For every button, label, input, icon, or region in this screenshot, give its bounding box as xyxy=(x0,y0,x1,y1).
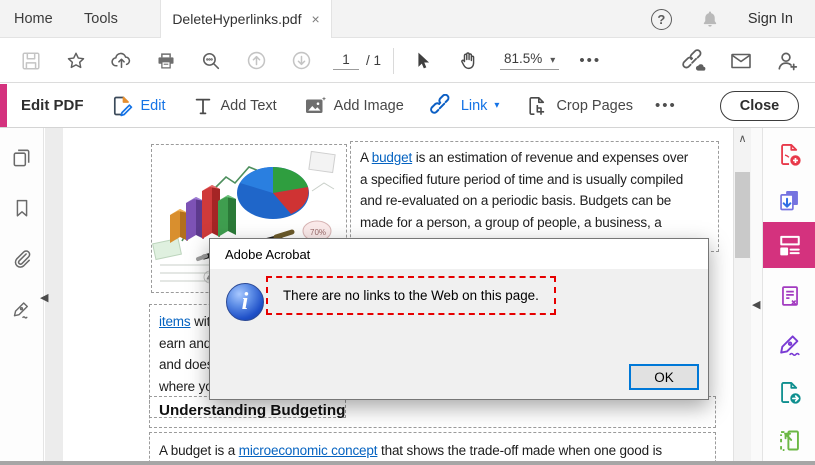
toolbar-more-icon[interactable]: ••• xyxy=(579,52,601,69)
edit-pdf-toolbar: Edit PDF Edit Add Text Add Image Link ▾ … xyxy=(0,84,815,128)
dialog-message: There are no links to the Web on this pa… xyxy=(283,288,539,303)
dialog-titlebar[interactable]: Adobe Acrobat xyxy=(210,239,708,269)
acrobat-window: Home Tools DeleteHyperlinks.pdf × ? Sign… xyxy=(0,0,815,465)
vertical-scrollbar[interactable]: ∧ xyxy=(733,128,751,461)
edit-tool-button[interactable]: Edit xyxy=(110,94,166,118)
email-icon[interactable] xyxy=(729,49,753,73)
close-button[interactable]: Close xyxy=(720,91,799,121)
adobe-acrobat-dialog: Adobe Acrobat i There are no links to th… xyxy=(209,238,709,400)
svg-text:70%: 70% xyxy=(310,228,326,237)
topbar-right-group: ? Sign In xyxy=(650,0,793,38)
signatures-pen-icon[interactable] xyxy=(10,298,33,321)
paragraph-block-3[interactable]: A budget is a microeconomic concept that… xyxy=(149,432,716,461)
search-icon[interactable] xyxy=(194,44,228,78)
tool-send-review-icon[interactable] xyxy=(763,372,815,412)
section-heading: Understanding Budgeting xyxy=(159,402,346,419)
add-image-label: Add Image xyxy=(333,97,404,114)
attachments-paperclip-icon[interactable] xyxy=(10,247,33,270)
para1-line1: A budget is an estimation of revenue and… xyxy=(360,150,689,165)
document-area: ◀ 70% A budget is an estimation of reven… xyxy=(0,128,815,461)
toolbar-divider xyxy=(393,47,395,74)
menu-home[interactable]: Home xyxy=(14,0,53,38)
notifications-bell-icon[interactable] xyxy=(700,9,720,29)
heading-block[interactable]: Understanding Budgeting xyxy=(149,396,716,428)
share-group xyxy=(682,39,799,83)
dialog-body: i There are no links to the Web on this … xyxy=(210,269,708,400)
print-icon[interactable] xyxy=(149,44,183,78)
scroll-up-icon[interactable]: ∧ xyxy=(734,132,751,145)
collapse-right-panel-icon[interactable]: ◀ xyxy=(752,298,760,311)
star-favorite-icon[interactable] xyxy=(59,44,93,78)
help-icon[interactable]: ? xyxy=(650,8,672,30)
edit-pdf-accent-stripe xyxy=(0,84,7,127)
document-tab-label: DeleteHyperlinks.pdf xyxy=(172,11,302,27)
edit-pdf-title: Edit PDF xyxy=(21,97,84,114)
save-icon[interactable] xyxy=(14,44,48,78)
paragraph-block-1[interactable]: A budget is an estimation of revenue and… xyxy=(350,141,719,252)
para3-line1: A budget is a microeconomic concept that… xyxy=(159,443,663,458)
zoom-level-control[interactable]: 81.5% ▾ xyxy=(500,51,560,70)
add-text-button[interactable]: Add Text xyxy=(192,95,277,117)
menu-tools[interactable]: Tools xyxy=(84,0,118,38)
right-tools-rail xyxy=(762,128,815,461)
crop-pages-label: Crop Pages xyxy=(556,97,634,114)
page-number-control: 1 / 1 xyxy=(333,52,381,70)
add-person-icon[interactable] xyxy=(775,49,799,73)
crop-pages-button[interactable]: Crop Pages xyxy=(525,94,633,118)
microeconomic-concept-hyperlink[interactable]: microeconomic concept xyxy=(239,443,378,458)
page-total-label: / 1 xyxy=(366,53,382,68)
tool-edit-pdf-icon-active[interactable] xyxy=(763,222,815,268)
zoom-value: 81.5% xyxy=(504,51,543,66)
items-hyperlink[interactable]: items xyxy=(159,314,191,329)
para1-line4: made for a person, a group of people, a … xyxy=(360,214,662,230)
quick-toolbar: 1 / 1 81.5% ▾ ••• xyxy=(0,39,815,83)
add-image-button[interactable]: Add Image xyxy=(303,94,404,118)
previous-page-icon[interactable] xyxy=(239,44,273,78)
tool-other-format-icon[interactable] xyxy=(763,276,815,316)
info-icon: i xyxy=(226,283,264,321)
scrollbar-thumb[interactable] xyxy=(735,172,750,258)
para1-line3: and re-evaluated on a periodic basis. Bu… xyxy=(360,193,672,209)
link-tool-label: Link xyxy=(460,97,488,114)
para1-line2: a specified future period of time and is… xyxy=(360,171,684,187)
document-tab[interactable]: DeleteHyperlinks.pdf × xyxy=(160,0,332,38)
link-tool-button[interactable]: Link ▾ xyxy=(429,93,499,118)
edit-tool-label: Edit xyxy=(140,97,166,114)
page-number-input[interactable]: 1 xyxy=(333,52,359,70)
add-text-label: Add Text xyxy=(220,97,277,114)
collapse-left-panel-icon[interactable]: ◀ xyxy=(40,291,48,304)
edit-toolbar-more-icon[interactable]: ••• xyxy=(655,97,677,114)
left-panel-rail xyxy=(0,128,44,461)
budget-hyperlink[interactable]: budget xyxy=(372,150,413,165)
page-thumbnails-icon[interactable] xyxy=(10,146,33,169)
bookmarks-icon[interactable] xyxy=(11,197,33,219)
top-menu-bar: Home Tools DeleteHyperlinks.pdf × ? Sign… xyxy=(0,0,815,38)
tool-scan-ocr-icon[interactable] xyxy=(763,420,815,460)
zoom-dropdown-icon[interactable]: ▾ xyxy=(550,55,555,66)
link-dropdown-icon[interactable]: ▾ xyxy=(494,100,499,111)
dialog-title: Adobe Acrobat xyxy=(225,246,311,262)
tool-export-pdf-icon[interactable] xyxy=(763,180,815,220)
hand-pan-tool-icon[interactable] xyxy=(451,44,485,78)
tool-create-pdf-icon[interactable] xyxy=(763,134,815,174)
share-link-icon[interactable] xyxy=(682,48,707,74)
message-highlight-box: There are no links to the Web on this pa… xyxy=(266,276,556,315)
sign-in-button[interactable]: Sign In xyxy=(748,11,793,27)
window-bottom-edge xyxy=(0,461,815,465)
tab-close-icon[interactable]: × xyxy=(311,11,319,27)
tool-fill-sign-icon[interactable] xyxy=(763,324,815,364)
right-panel-gutter xyxy=(751,128,762,461)
ok-button[interactable]: OK xyxy=(629,364,699,390)
select-tool-icon[interactable] xyxy=(406,44,440,78)
next-page-icon[interactable] xyxy=(284,44,318,78)
cloud-upload-icon[interactable] xyxy=(104,44,138,78)
